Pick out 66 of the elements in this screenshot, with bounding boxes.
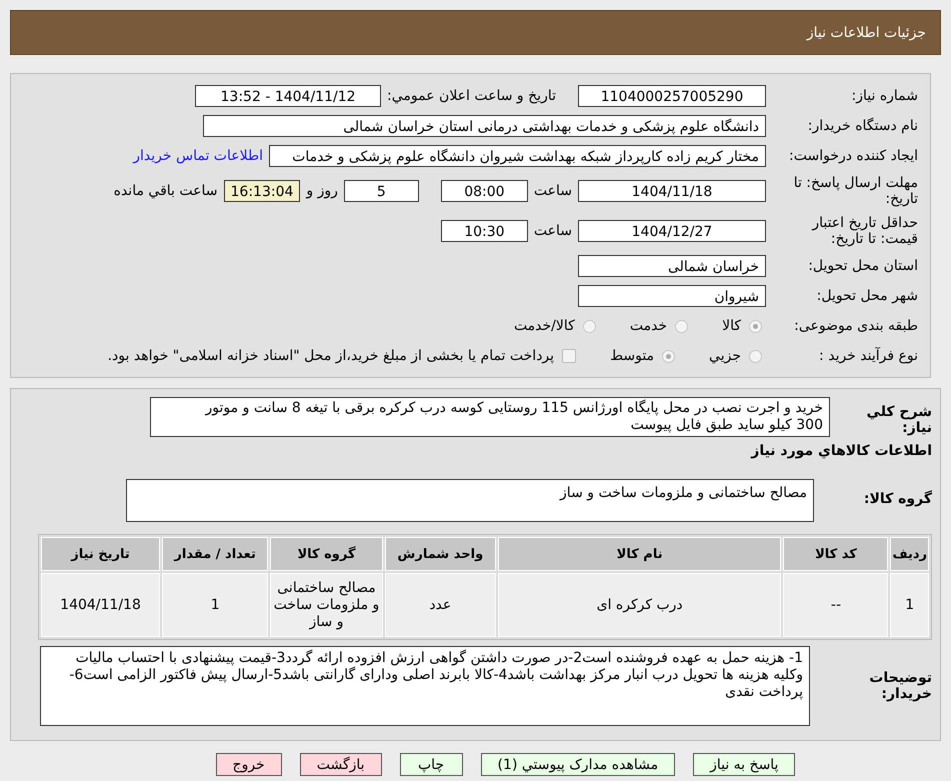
field-label: شهر محل تحویل: — [816, 288, 918, 304]
table-cell: درب کرکره ای — [498, 573, 782, 637]
field-label: گروه کالا: — [862, 489, 932, 507]
days-field: 5 — [344, 180, 419, 202]
action-button[interactable]: مشاهده مدارک پیوستي (1) — [480, 753, 676, 776]
column-header: گروه کالا — [270, 537, 383, 571]
need-number-field: 1104000257005290 — [578, 85, 766, 107]
field-label: ساعت باقي مانده — [114, 183, 218, 199]
table-cell: -- — [783, 573, 888, 637]
field-label: استان محل تحویل: — [807, 258, 918, 274]
buyer-name-field: دانشگاه علوم پزشکی و خدمات بهداشتی درمانی استان خراسان شمالی — [203, 115, 766, 137]
table-cell: مصالح ساختمانی و ملزومات ساخت و ساز — [270, 573, 383, 637]
column-header: تاریخ نیاز — [41, 537, 160, 571]
field-label: نوع فرآیند خرید : — [818, 348, 918, 364]
city-field: شیروان — [578, 285, 766, 307]
validity-time-field: 10:30 — [440, 220, 528, 242]
field-label: ایجاد کننده درخواست: — [788, 148, 918, 164]
field-label: ساعت — [534, 183, 572, 199]
remaining-time-field: 16:13:04 — [224, 180, 300, 202]
action-button[interactable]: چاپ — [400, 753, 463, 776]
field-label: طبقه بندی موضوعی: — [793, 318, 918, 334]
table-cell: عدد — [384, 573, 496, 637]
table-cell: 1 — [162, 573, 268, 637]
column-header: واحد شمارش — [384, 537, 496, 571]
field-label: نام دستگاه خریدار: — [806, 118, 918, 134]
field-label: توضیحات خریدار: — [868, 670, 932, 702]
action-button[interactable]: پاسخ به نیاز — [693, 753, 796, 776]
action-button[interactable]: خروج — [216, 753, 282, 776]
option-label: متوسط — [610, 348, 654, 364]
buyer-contact-link[interactable]: اطلاعات تماس خریدار — [133, 148, 263, 164]
radio-button[interactable] — [582, 320, 596, 332]
option-label: جزيي — [709, 348, 741, 364]
field-label: شماره نیاز: — [850, 88, 918, 104]
option-label: خدمت — [630, 318, 668, 334]
table-cell: 1 — [890, 573, 929, 637]
radio-button[interactable] — [749, 350, 762, 362]
column-header: کد کالا — [783, 537, 888, 571]
checkbox[interactable] — [562, 349, 576, 363]
option-label: پرداخت تمام یا بخشی از مبلغ خرید،از محل "اسناد خزانه اسلامی" خواهد بود. — [108, 348, 554, 364]
section-heading: اطلاعات کالاهاي مورد نیاز — [750, 443, 932, 459]
option-label: کالا — [722, 318, 741, 334]
action-button[interactable]: بازگشت — [300, 753, 382, 776]
field-label: روز و — [306, 183, 338, 199]
field-label: شرح کلي نیاز: — [866, 403, 932, 436]
validity-date-field: 1404/12/27 — [578, 220, 766, 242]
table-cell: 1404/11/18 — [41, 573, 160, 637]
deadline-date-field: 1404/11/18 — [578, 180, 766, 202]
field-label: تاریخ و ساعت اعلان عمومي: — [387, 88, 556, 104]
deadline-time-field: 08:00 — [440, 180, 528, 202]
column-header: نام کالا — [498, 537, 782, 571]
page-title: جزئیات اطلاعات نیاز — [806, 24, 926, 40]
creator-field: مختار کریم زاده کارپرداز شبکه بهداشت شیروان دانشگاه علوم پزشکی و خدمات — [269, 145, 766, 167]
radio-button[interactable] — [675, 320, 688, 332]
buyer-notes-field[interactable]: 1- هزینه حمل به عهده فروشنده است2-در صورت داشتن گواهی ارزش افزوده ارائه گردد3-قیمت پیشنهادی با احتساب مالیات وکلیه هزینه ها تحویل درب انبار مرکز بهداشت باشد4-کالا بابرند اصلی ودارای گارانتی باشد5-ارسال پیش فاکتور الزامی است6-پرداخت نقدی — [40, 646, 810, 726]
province-field: خراسان شمالی — [578, 255, 766, 277]
radio-button[interactable] — [749, 320, 762, 332]
field-label: ساعت — [534, 223, 572, 239]
radio-button[interactable] — [662, 350, 676, 362]
description-field[interactable]: خرید و اجرت نصب در محل پایگاه اورژانس 115 روستایی کوسه درب کرکره برقی با تیغه 8 سانت و موتور 300 کیلو ساید طبق فایل پیوست — [150, 397, 830, 437]
goods-group-field[interactable]: مصالح ساختمانی و ملزومات ساخت و ساز — [126, 479, 814, 522]
column-header: تعداد / مقدار — [162, 537, 268, 571]
option-label: کالا/خدمت — [514, 318, 575, 334]
field-label: مهلت ارسال پاسخ: تا تاریخ: — [792, 175, 918, 207]
announce-date-field: 1404/11/12 - 13:52 — [195, 85, 382, 107]
column-header: ردیف — [890, 537, 929, 571]
field-label: حداقل تاریخ اعتبار قیمت: تا تاریخ: — [810, 215, 918, 247]
